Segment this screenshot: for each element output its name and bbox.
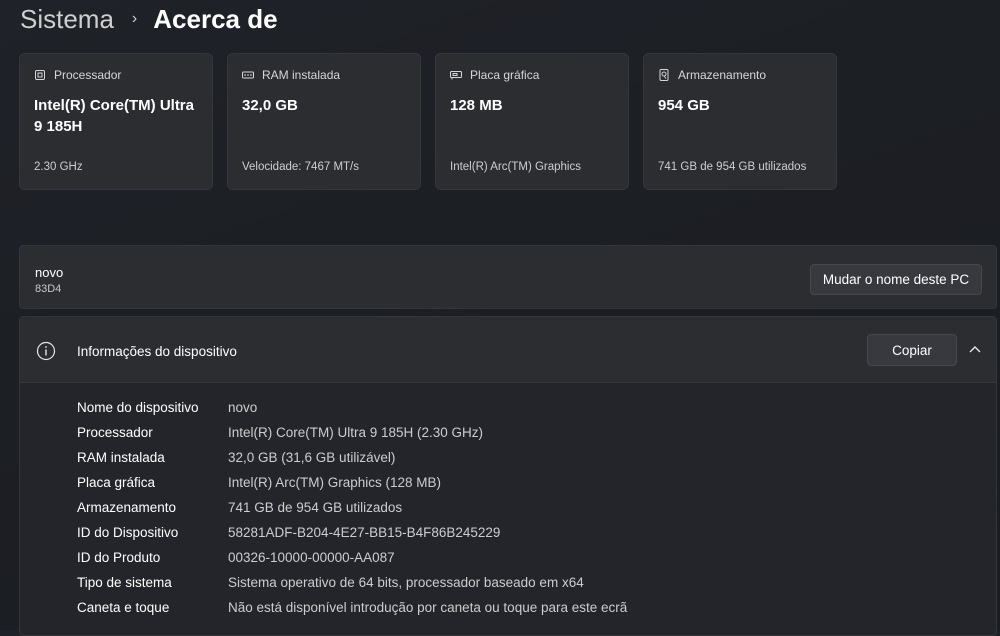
info-value: novo (228, 400, 258, 415)
breadcrumb: Sistema › Acerca de (20, 2, 278, 36)
info-key: RAM instalada (77, 450, 165, 465)
spec-card-value: 128 MB (450, 97, 503, 114)
info-key: Processador (77, 425, 153, 440)
rename-pc-button[interactable]: Mudar o nome deste PC (810, 264, 982, 295)
chevron-up-icon[interactable] (968, 343, 982, 355)
info-value: 58281ADF-B204-4E27-BB15-B4F86B245229 (228, 525, 501, 540)
storage-icon (659, 69, 669, 81)
spec-card-sub: Intel(R) Arc(TM) Graphics (450, 161, 581, 173)
info-value: 00326-10000-00000-AA087 (228, 550, 395, 565)
device-info-list: Nome do dispositivo novo Processador Intel… (77, 395, 627, 620)
device-model: 83D4 (35, 283, 62, 295)
page-title: Acerca de (153, 3, 278, 34)
spec-card-sub: 2.30 GHz (34, 161, 83, 173)
processor-icon (35, 70, 45, 80)
breadcrumb-separator-icon: › (131, 10, 138, 27)
spec-card-ram: RAM instalada 32,0 GB Velocidade: 7467 M… (227, 53, 421, 190)
info-key: ID do Dispositivo (77, 525, 179, 540)
device-info-panel: Informações do dispositivo Copiar Nome d… (19, 316, 997, 636)
spec-card-label: Placa gráfica (470, 68, 540, 82)
info-key: Caneta e toque (77, 600, 170, 615)
info-key: Tipo de sistema (77, 575, 172, 590)
device-info-header[interactable]: Informações do dispositivo Copiar (20, 317, 996, 383)
info-row: Armazenamento 741 GB de 954 GB utilizados (77, 495, 627, 520)
info-key: Armazenamento (77, 500, 177, 515)
device-name: novo (35, 265, 64, 280)
info-row: Caneta e toque Não está disponível introd… (77, 595, 627, 620)
graphics-card-icon (450, 71, 462, 80)
info-row: RAM instalada 32,0 GB (31,6 GB utilizável… (77, 445, 627, 470)
info-row: Processador Intel(R) Core(TM) Ultra 9 185… (77, 420, 627, 445)
info-row: ID do Produto 00326-10000-00000-AA087 (77, 545, 627, 570)
device-info-title: Informações do dispositivo (77, 344, 237, 359)
copy-button[interactable]: Copiar (867, 334, 957, 366)
device-name-panel: novo 83D4 Mudar o nome deste PC (19, 245, 997, 309)
spec-card-label: Processador (54, 68, 122, 82)
info-row: Tipo de sistema Sistema operativo de 64 b… (77, 570, 627, 595)
breadcrumb-parent[interactable]: Sistema (20, 4, 114, 35)
info-value: Intel(R) Core(TM) Ultra 9 185H (2.30 GHz… (228, 425, 484, 440)
spec-card-label: RAM instalada (262, 68, 341, 82)
info-value: 32,0 GB (31,6 GB utilizável) (228, 450, 396, 465)
info-value: Sistema operativo de 64 bits, processado… (228, 575, 584, 590)
info-row: Nome do dispositivo novo (77, 395, 627, 420)
info-key: Placa gráfica (77, 475, 156, 490)
spec-card-processor: Processador Intel(R) Core(TM) Ultra 9 18… (19, 53, 213, 190)
spec-card-value: 954 GB (658, 97, 710, 114)
spec-card-value: Intel(R) Core(TM) Ultra 9 185H (34, 97, 194, 135)
spec-card-sub: 741 GB de 954 GB utilizados (658, 161, 807, 173)
spec-card-storage: Armazenamento 954 GB 741 GB de 954 GB ut… (643, 53, 837, 190)
spec-card-label: Armazenamento (678, 68, 767, 82)
info-row: Placa gráfica Intel(R) Arc(TM) Graphics (… (77, 470, 627, 495)
info-row: ID do Dispositivo 58281ADF-B204-4E27-BB15… (77, 520, 627, 545)
ram-icon (242, 71, 254, 79)
info-key: Nome do dispositivo (77, 400, 199, 415)
spec-card-graphics: Placa gráfica 128 MB Intel(R) Arc(TM) Gr… (435, 53, 629, 190)
info-icon (36, 341, 56, 361)
info-value: Intel(R) Arc(TM) Graphics (128 MB) (228, 475, 442, 490)
info-key: ID do Produto (77, 550, 161, 565)
spec-card-sub: Velocidade: 7467 MT/s (242, 161, 359, 173)
info-value: Não está disponível introdução por canet… (228, 600, 628, 615)
info-value: 741 GB de 954 GB utilizados (228, 500, 403, 515)
spec-card-value: 32,0 GB (242, 97, 298, 114)
